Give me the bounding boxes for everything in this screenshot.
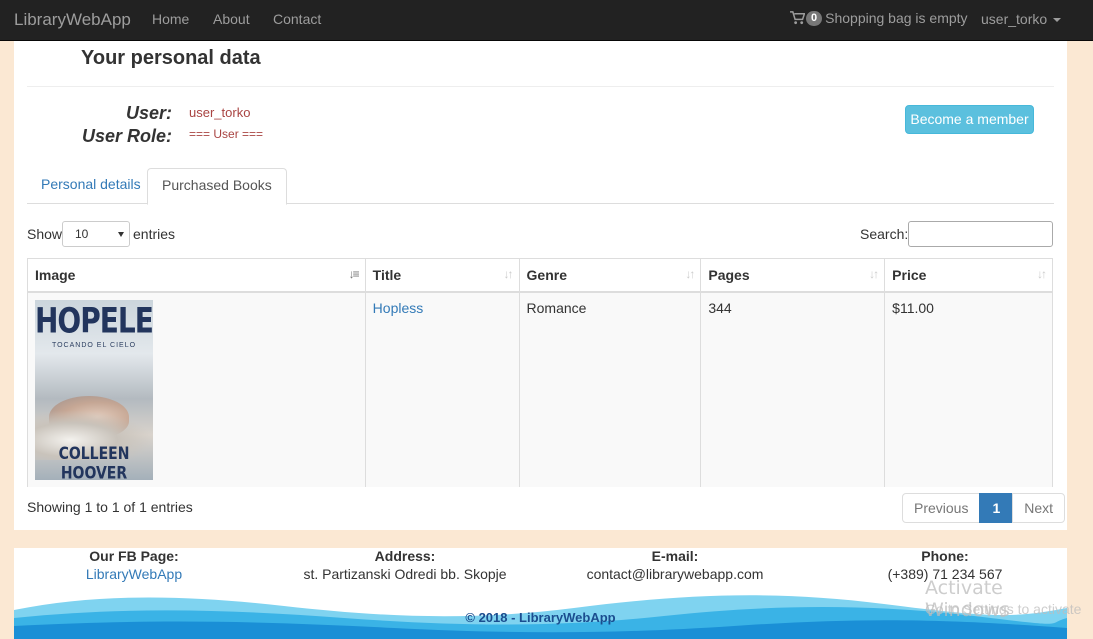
fb-page-link[interactable]: LibraryWebApp [74,565,194,583]
column-header-price[interactable]: Price ↓↑ [884,258,1053,293]
top-navbar: LibraryWebApp Home About Contact 0 Shopp… [0,0,1093,41]
cell-pages: 344 [700,291,886,487]
sort-icon: ↓↑ [1037,267,1047,281]
main-panel: Your personal data User: user_torko User… [14,41,1067,530]
user-label: User: [125,103,172,123]
nav-home-link[interactable]: Home [152,11,189,27]
shopping-bag-link[interactable]: 0 Shopping bag is empty [790,10,968,26]
table-row: HOPELESS TOCANDO EL CIELO COLLEEN HOOVER… [27,291,1053,487]
footer-fb: Our FB Page: LibraryWebApp [74,548,194,583]
cover-title: HOPELESS [35,299,153,341]
book-cover-image: HOPELESS TOCANDO EL CIELO COLLEEN HOOVER [35,299,153,480]
user-role-label: User Role: [81,126,172,146]
column-header-genre[interactable]: Genre ↓↑ [518,258,702,293]
shopping-cart-icon [790,11,805,25]
user-role-value: === User === [189,127,264,141]
page-footer: Our FB Page: LibraryWebApp Address: st. … [14,548,1067,639]
phone-label: Phone: [921,548,969,564]
page-title: Your personal data [81,47,261,69]
purchased-books-table: Image ↓≡ Title ↓↑ Genre ↓↑ Pages ↓↑ Price ↓↑ … [27,258,1053,487]
cart-status-text: Shopping bag is empty [825,10,968,26]
sort-icon: ↓↑ [869,267,879,281]
tab-personal-details[interactable]: Personal details [27,168,155,204]
pagination: Previous 1 Next [902,493,1066,523]
address-value: st. Partizanski Odredi bb. Skopje [303,566,507,582]
email-value: contact@librarywebapp.com [586,566,764,582]
become-member-button[interactable]: Become a member [905,105,1034,134]
sort-asc-icon: ↓≡ [348,267,360,281]
nav-about-link[interactable]: About [213,11,250,27]
next-page-button[interactable]: Next [1012,493,1066,523]
length-value: 10 [75,227,89,241]
fb-label: Our FB Page: [89,548,179,564]
search-label: Search: [860,226,909,242]
search-input[interactable] [908,221,1053,247]
user-dropdown[interactable]: user_torko [981,11,1062,27]
address-label: Address: [374,548,436,564]
entries-length-select[interactable]: 10 [62,221,130,247]
tab-purchased-books[interactable]: Purchased Books [147,168,287,205]
cart-count-badge: 0 [806,10,823,26]
sort-icon: ↓↑ [503,267,514,281]
column-header-title[interactable]: Title ↓↑ [364,258,520,293]
copyright-text: © 2018 - LibraryWebApp [465,610,616,625]
cell-title: Hopless [364,291,520,487]
entries-label: entries [133,226,176,242]
sort-icon: ↓↑ [685,267,695,281]
footer-address: Address: st. Partizanski Odredi bb. Skop… [295,548,515,583]
activate-windows-subtitle: Go to Settings to activate [925,601,1082,617]
nav-contact-link[interactable]: Contact [273,11,321,27]
user-value: user_torko [189,105,251,120]
email-label: E-mail: [651,548,699,564]
user-name: user_torko [981,11,1048,27]
cell-image: HOPELESS TOCANDO EL CIELO COLLEEN HOOVER [27,291,366,487]
select-arrow-icon [118,232,124,237]
column-header-image[interactable]: Image ↓≡ [27,258,366,293]
cell-price: $11.00 [884,291,1053,487]
page-1-button[interactable]: 1 [979,493,1014,523]
previous-page-button[interactable]: Previous [902,493,981,523]
table-header-row: Image ↓≡ Title ↓↑ Genre ↓↑ Pages ↓↑ Price ↓↑ [27,258,1053,293]
show-label: Show [27,226,63,242]
profile-tabs: Personal details Purchased Books [27,168,1054,205]
column-header-pages[interactable]: Pages ↓↑ [700,258,886,293]
caret-down-icon [1053,18,1062,23]
cover-author: COLLEEN HOOVER [58,444,130,480]
footer-email: E-mail: contact@librarywebapp.com [575,548,775,583]
cell-genre: Romance [518,291,702,487]
cover-subtitle: TOCANDO EL CIELO [51,341,137,349]
book-title-link[interactable]: Hopless [373,300,424,316]
table-info: Showing 1 to 1 of 1 entries [27,499,193,515]
brand-link[interactable]: LibraryWebApp [14,10,131,30]
divider [27,86,1054,87]
